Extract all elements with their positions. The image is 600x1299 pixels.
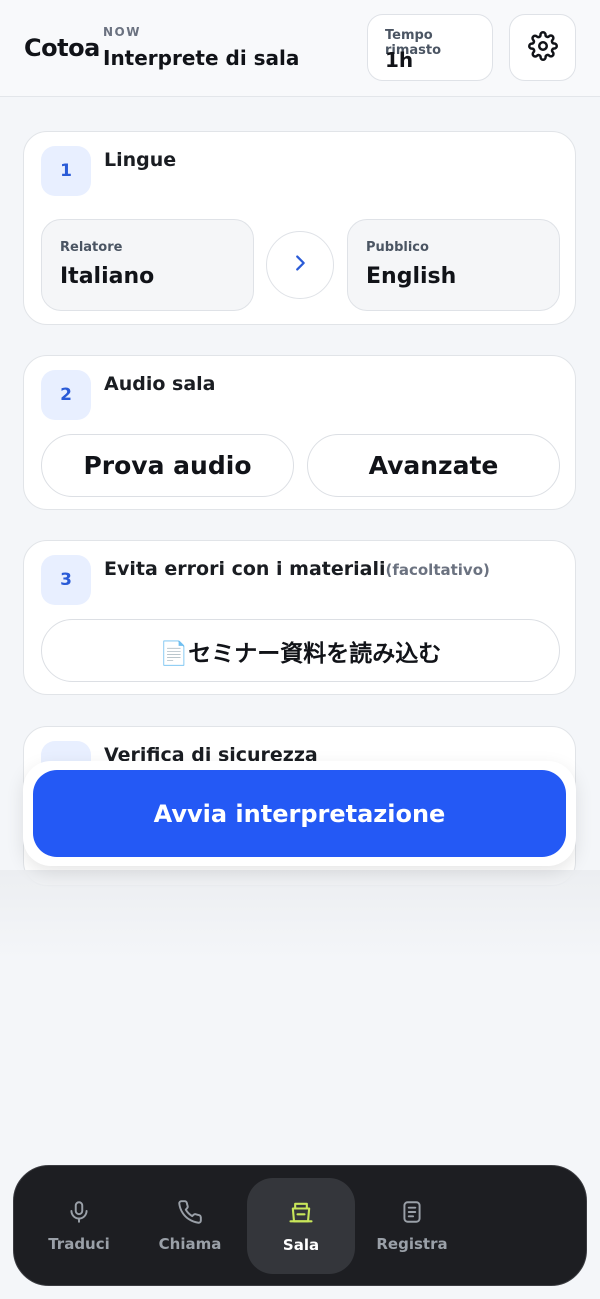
- podium-icon: [287, 1198, 315, 1236]
- languages-card: 1 Lingue Relatore Italiano Pubblico Engl…: [23, 131, 576, 325]
- speaker-language-label: Relatore: [60, 240, 123, 255]
- nav-item-sala[interactable]: Sala: [247, 1178, 355, 1274]
- time-remaining-value: 1h: [385, 48, 414, 72]
- nav-label-sala: Sala: [282, 1236, 320, 1254]
- nav-item-traduci[interactable]: Traduci: [25, 1178, 133, 1274]
- document-icon: [399, 1199, 425, 1235]
- start-interpretation-button[interactable]: Avvia interpretazione: [33, 770, 566, 857]
- app-header: Cotoa NOW Interprete di sala Tempo rimas…: [0, 0, 600, 97]
- audience-language-label: Pubblico: [366, 240, 429, 255]
- time-remaining-box[interactable]: Tempo rimasto 1h: [367, 14, 493, 81]
- nav-label-chiama: Chiama: [158, 1235, 222, 1253]
- audio-card: 2 Audio sala Prova audio Avanzate: [23, 355, 576, 510]
- advanced-audio-button[interactable]: Avanzate: [307, 434, 560, 497]
- materials-card: 3 Evita errori con i materiali(facoltati…: [23, 540, 576, 695]
- microphone-icon: [66, 1199, 92, 1235]
- test-audio-button[interactable]: Prova audio: [41, 434, 294, 497]
- materials-title: Evita errori con i materiali(facoltativo…: [104, 558, 490, 580]
- audience-language-select[interactable]: Pubblico English: [347, 219, 560, 311]
- step-badge-1: 1: [41, 146, 91, 196]
- language-direction-button[interactable]: [266, 231, 334, 299]
- bottom-navigation: Traduci Chiama Sala Registra: [13, 1165, 587, 1286]
- phone-icon: [177, 1199, 203, 1235]
- step-badge-2: 2: [41, 370, 91, 420]
- audio-title: Audio sala: [104, 373, 216, 395]
- load-materials-button[interactable]: 📄セミナー資料を読み込む: [41, 619, 560, 682]
- page-title: Interprete di sala: [103, 46, 300, 70]
- settings-button[interactable]: [509, 14, 576, 81]
- speaker-language-value: Italiano: [60, 264, 155, 289]
- audience-language-value: English: [366, 264, 457, 289]
- speaker-language-select[interactable]: Relatore Italiano: [41, 219, 254, 311]
- nav-label-registra: Registra: [376, 1235, 448, 1253]
- gear-icon: [527, 30, 558, 65]
- nav-item-registra[interactable]: Registra: [358, 1178, 466, 1274]
- brand-logo: Cotoa: [24, 34, 100, 62]
- materials-title-text: Evita errori con i materiali: [104, 558, 386, 580]
- chevron-right-icon: [289, 252, 311, 278]
- languages-title: Lingue: [104, 149, 177, 171]
- scroll-fade: [0, 870, 600, 960]
- mode-label: NOW: [103, 25, 141, 39]
- step-badge-3: 3: [41, 555, 91, 605]
- nav-item-chiama[interactable]: Chiama: [136, 1178, 244, 1274]
- nav-label-traduci: Traduci: [48, 1235, 110, 1253]
- optional-label: (facoltativo): [385, 561, 490, 579]
- cta-container: Avvia interpretazione: [23, 761, 576, 866]
